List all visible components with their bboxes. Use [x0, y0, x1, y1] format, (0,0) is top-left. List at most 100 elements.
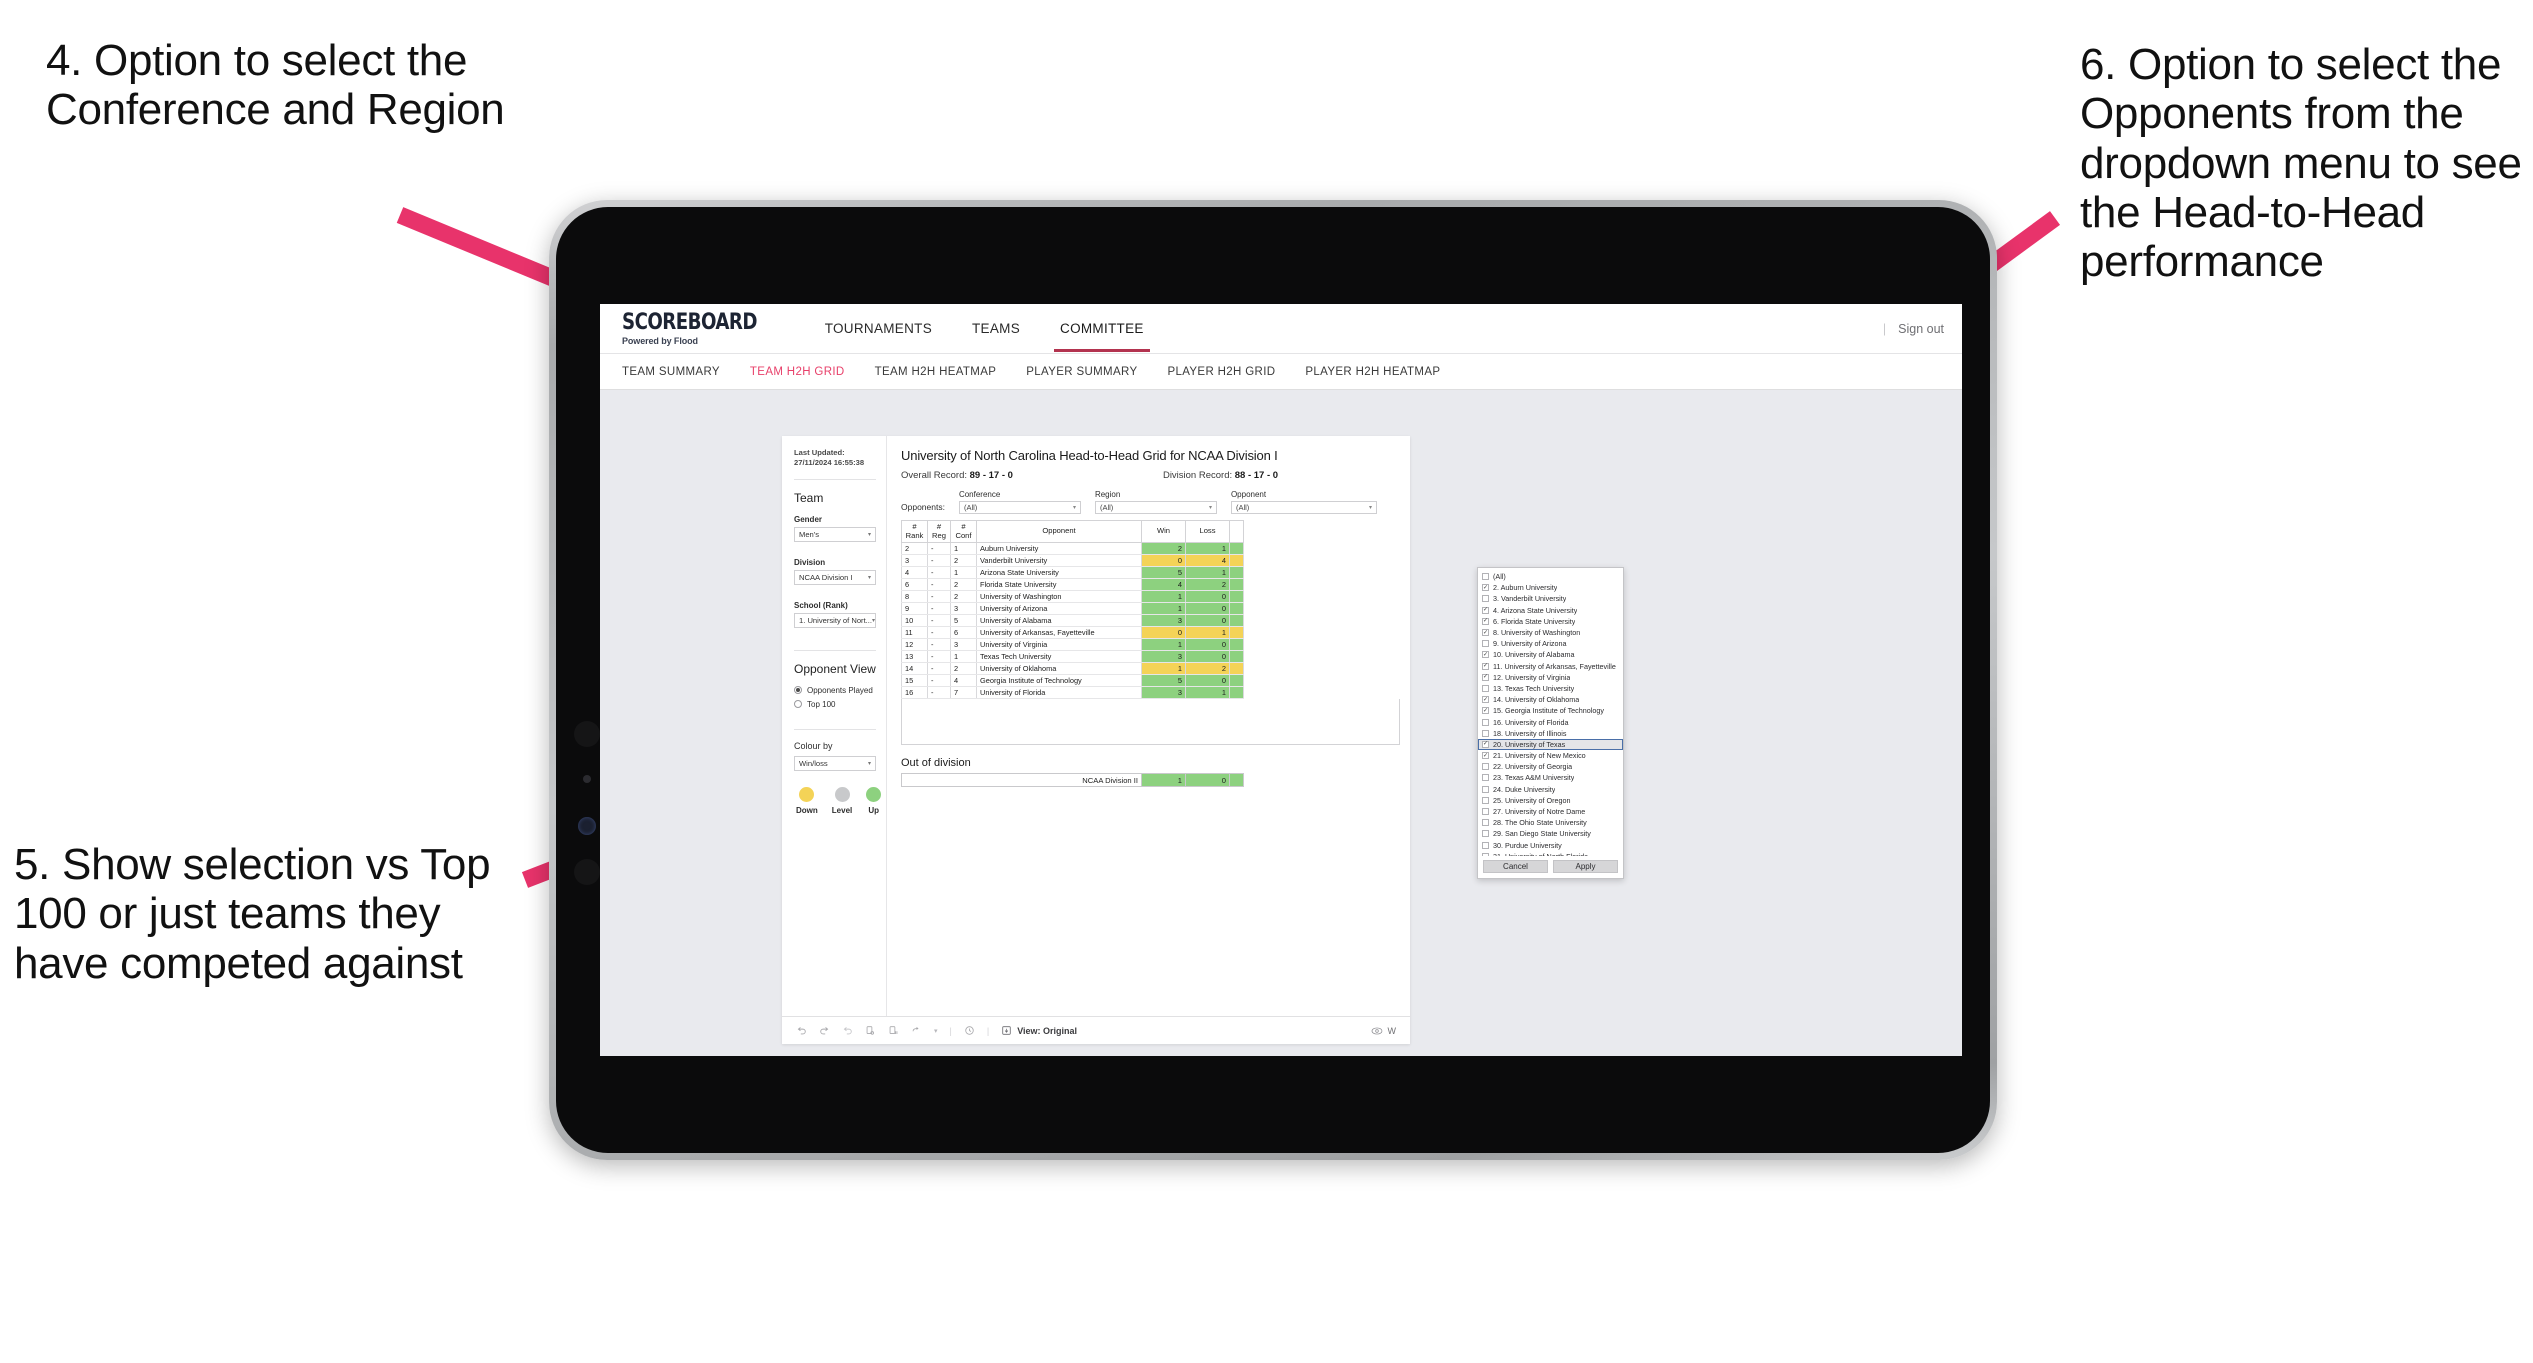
revert-icon[interactable]: [842, 1025, 853, 1036]
table-row[interactable]: 13-1 Texas Tech University 3 0: [901, 650, 1244, 664]
table-row[interactable]: 15-4 Georgia Institute of Technology 5 0: [901, 674, 1244, 688]
table-row[interactable]: 11-6 University of Arkansas, Fayetteville…: [901, 626, 1244, 640]
opponent-option[interactable]: ✓ 2. Auburn University: [1478, 582, 1623, 593]
checkbox-icon[interactable]: [1482, 785, 1489, 793]
checkbox-icon[interactable]: [1482, 819, 1489, 827]
checkbox-icon[interactable]: ✓: [1482, 740, 1489, 748]
checkbox-icon[interactable]: [1482, 763, 1489, 771]
topnav-committee[interactable]: COMMITTEE: [1040, 305, 1164, 352]
cell-opponent: Georgia Institute of Technology: [976, 674, 1142, 688]
opponent-option[interactable]: ✓ 6. Florida State University: [1478, 616, 1623, 627]
region-select[interactable]: (All) ▾: [1094, 501, 1217, 514]
brand-logo[interactable]: SCOREBOARD Powered by Flood: [622, 311, 769, 346]
opponent-option[interactable]: (All): [1478, 571, 1623, 582]
subnav-player-summary[interactable]: PLAYER SUMMARY: [1026, 366, 1137, 378]
checkbox-icon[interactable]: [1482, 640, 1489, 648]
opponent-option[interactable]: 9. University of Arizona: [1478, 638, 1623, 649]
gender-select[interactable]: Men's ▾: [794, 526, 876, 542]
records-row: Overall Record: 89 - 17 - 0 Division Rec…: [901, 470, 1400, 481]
opponent-option[interactable]: 13. Texas Tech University: [1478, 683, 1623, 694]
opponent-option[interactable]: 29. San Diego State University: [1478, 828, 1623, 839]
opponent-option[interactable]: ✓ 8. University of Washington: [1478, 627, 1623, 638]
redo-icon[interactable]: [819, 1025, 830, 1036]
table-row[interactable]: 6-2 Florida State University 4 2: [901, 578, 1244, 592]
subnav-team-h2h-heatmap[interactable]: TEAM H2H HEATMAP: [875, 366, 997, 378]
opponent-option[interactable]: 18. University of Illinois: [1478, 728, 1623, 739]
radio-opponents-played[interactable]: Opponents Played: [794, 686, 876, 695]
opponent-option[interactable]: 22. University of Georgia: [1478, 761, 1623, 772]
opponent-option[interactable]: 27. University of Notre Dame: [1478, 806, 1623, 817]
out-of-division-row[interactable]: NCAA Division II 1 0: [901, 773, 1244, 788]
subnav-player-h2h-heatmap[interactable]: PLAYER H2H HEATMAP: [1305, 366, 1440, 378]
conference-select[interactable]: (All) ▾: [958, 501, 1081, 514]
checkbox-icon[interactable]: ✓: [1482, 584, 1489, 592]
opponent-option-list[interactable]: (All) ✓ 2. Auburn University 3. Vanderbilt …: [1478, 568, 1623, 856]
opponent-option[interactable]: ✓ 12. University of Virginia: [1478, 672, 1623, 683]
checkbox-icon[interactable]: ✓: [1482, 673, 1489, 681]
checkbox-icon[interactable]: [1482, 729, 1489, 737]
table-row[interactable]: 12-3 University of Virginia 1 0: [901, 638, 1244, 652]
table-row[interactable]: 16-7 University of Florida 3 1: [901, 686, 1244, 700]
table-row[interactable]: 9-3 University of Arizona 1 0: [901, 602, 1244, 616]
topnav-teams[interactable]: TEAMS: [952, 305, 1040, 352]
opponent-option[interactable]: ✓ 21. University of New Mexico: [1478, 750, 1623, 761]
checkbox-icon[interactable]: ✓: [1482, 651, 1489, 659]
opponent-select[interactable]: (All) ▾: [1230, 501, 1377, 514]
opponent-option[interactable]: ✓ 15. Georgia Institute of Technology: [1478, 705, 1623, 716]
pause-refresh-icon[interactable]: [888, 1025, 899, 1036]
checkbox-icon[interactable]: [1482, 774, 1489, 782]
school-select[interactable]: 1. University of Nort... ▾: [794, 612, 876, 628]
checkbox-icon[interactable]: [1482, 830, 1489, 838]
checkbox-icon[interactable]: ✓: [1482, 617, 1489, 625]
checkbox-icon[interactable]: [1482, 718, 1489, 726]
checkbox-icon[interactable]: [1482, 573, 1489, 581]
colour-by-select[interactable]: Win/loss ▾: [794, 755, 876, 771]
opponent-option[interactable]: 23. Texas A&M University: [1478, 772, 1623, 783]
division-select[interactable]: NCAA Division I ▾: [794, 569, 876, 585]
table-row[interactable]: 4-1 Arizona State University 5 1: [901, 566, 1244, 580]
opponent-option[interactable]: 3. Vanderbilt University: [1478, 593, 1623, 604]
checkbox-icon[interactable]: ✓: [1482, 629, 1489, 637]
chevron-down-icon[interactable]: ▾: [934, 1027, 938, 1035]
view-original-button[interactable]: View: Original: [1001, 1025, 1077, 1036]
opponent-option[interactable]: 30. Purdue University: [1478, 840, 1623, 851]
table-row[interactable]: 3-2 Vanderbilt University 0 4: [901, 554, 1244, 568]
table-row[interactable]: 10-5 University of Alabama 3 0: [901, 614, 1244, 628]
share-icon[interactable]: [911, 1025, 922, 1036]
checkbox-icon[interactable]: ✓: [1482, 752, 1489, 760]
subnav-team-summary[interactable]: TEAM SUMMARY: [622, 366, 720, 378]
opponent-option[interactable]: 25. University of Oregon: [1478, 795, 1623, 806]
checkbox-icon[interactable]: ✓: [1482, 696, 1489, 704]
checkbox-icon[interactable]: [1482, 684, 1489, 692]
opponent-dropdown-panel[interactable]: (All) ✓ 2. Auburn University 3. Vanderbilt …: [1477, 567, 1624, 879]
opponent-option[interactable]: ✓ 4. Arizona State University: [1478, 605, 1623, 616]
undo-icon[interactable]: [796, 1025, 807, 1036]
checkbox-icon[interactable]: ✓: [1482, 662, 1489, 670]
sign-out-link[interactable]: Sign out: [1898, 322, 1944, 336]
apply-button[interactable]: Apply: [1553, 860, 1618, 873]
opponent-option[interactable]: ✓ 20. University of Texas: [1478, 738, 1623, 750]
checkbox-icon[interactable]: [1482, 796, 1489, 804]
subnav-player-h2h-grid[interactable]: PLAYER H2H GRID: [1167, 366, 1275, 378]
watchlist-area[interactable]: W: [1371, 1026, 1396, 1036]
checkbox-icon[interactable]: [1482, 595, 1489, 603]
opponent-option[interactable]: ✓ 10. University of Alabama: [1478, 649, 1623, 660]
opponent-option[interactable]: 28. The Ohio State University: [1478, 817, 1623, 828]
checkbox-icon[interactable]: ✓: [1482, 707, 1489, 715]
opponent-option[interactable]: ✓ 11. University of Arkansas, Fayettevill…: [1478, 661, 1623, 672]
opponent-option[interactable]: ✓ 14. University of Oklahoma: [1478, 694, 1623, 705]
opponent-option[interactable]: 24. Duke University: [1478, 784, 1623, 795]
history-icon[interactable]: [964, 1025, 975, 1036]
checkbox-icon[interactable]: ✓: [1482, 606, 1489, 614]
cancel-button[interactable]: Cancel: [1483, 860, 1548, 873]
table-row[interactable]: 14-2 University of Oklahoma 1 2: [901, 662, 1244, 676]
opponent-option[interactable]: 16. University of Florida: [1478, 716, 1623, 727]
refresh-icon[interactable]: [865, 1025, 876, 1036]
table-row[interactable]: 2-1 Auburn University 2 1: [901, 542, 1244, 556]
topnav-tournaments[interactable]: TOURNAMENTS: [805, 305, 952, 352]
checkbox-icon[interactable]: [1482, 808, 1489, 816]
table-row[interactable]: 8-2 University of Washington 1 0: [901, 590, 1244, 604]
radio-top-100[interactable]: Top 100: [794, 700, 876, 709]
subnav-team-h2h-grid[interactable]: TEAM H2H GRID: [750, 366, 845, 378]
checkbox-icon[interactable]: [1482, 841, 1489, 849]
